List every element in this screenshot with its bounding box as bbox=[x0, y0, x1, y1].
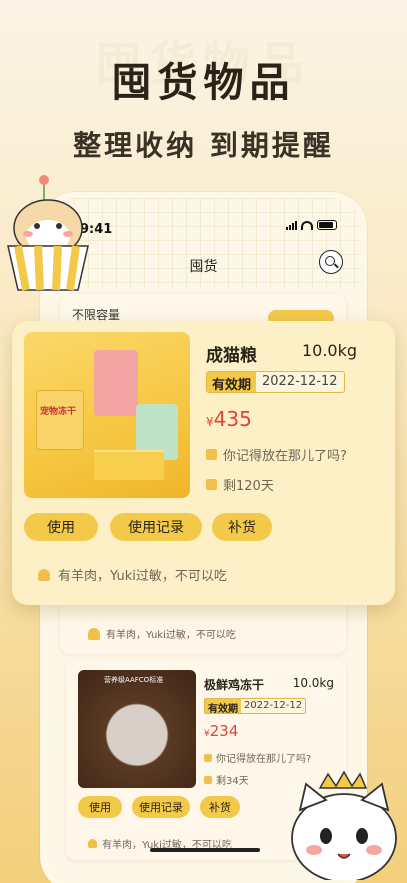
hamster-mascot-icon bbox=[7, 175, 89, 291]
bell-icon bbox=[88, 627, 100, 640]
wifi-icon bbox=[301, 220, 313, 230]
item-name: 成猫粮 bbox=[206, 346, 257, 366]
item-price: ¥435 bbox=[206, 407, 252, 431]
memo-text: 有羊肉，Yuki过敏，不可以吃 bbox=[58, 569, 227, 584]
use-button[interactable]: 使用 bbox=[24, 513, 98, 541]
product-image: 营养级AAFCO标准 bbox=[78, 670, 196, 788]
remaining-days: 剩34天 bbox=[216, 776, 249, 787]
memo-row: 有羊肉，Yuki过敏，不可以吃 bbox=[38, 565, 227, 584]
featured-item-card[interactable]: 宠物冻干 成猫粮 10.0kg 有效期 2022-12-12 ¥435 你记得放… bbox=[12, 321, 395, 605]
calendar-icon bbox=[204, 775, 212, 784]
restock-button[interactable]: 补货 bbox=[212, 513, 272, 541]
remaining-row: 剩34天 bbox=[204, 772, 249, 787]
restock-button[interactable]: 补货 bbox=[200, 796, 240, 818]
expiry-label: 有效期 bbox=[205, 699, 241, 713]
remaining-days: 剩120天 bbox=[223, 479, 274, 494]
item-name: 极鲜鸡冻干 bbox=[204, 678, 265, 692]
location-row: 你记得放在那儿了吗? bbox=[204, 750, 311, 765]
currency-symbol: ¥ bbox=[206, 415, 214, 429]
location-row: 你记得放在那儿了吗? bbox=[206, 445, 347, 464]
banner-headline: 囤货物品 bbox=[111, 60, 296, 106]
item-price: ¥234 bbox=[204, 722, 238, 740]
background-memo: 有羊肉，Yuki过敏，不可以吃 bbox=[88, 626, 236, 641]
background-memo-text: 有羊肉，Yuki过敏，不可以吃 bbox=[106, 630, 236, 641]
expiry-badge: 有效期 2022-12-12 bbox=[206, 371, 345, 393]
expiry-date: 2022-12-12 bbox=[241, 699, 306, 713]
status-bar: 9:41 bbox=[80, 218, 337, 237]
package-label: 宠物冻干 bbox=[40, 407, 77, 417]
location-prompt: 你记得放在那儿了吗? bbox=[223, 449, 347, 464]
expiry-date: 2022-12-12 bbox=[256, 372, 344, 392]
expiry-label: 有效期 bbox=[207, 372, 257, 392]
use-button[interactable]: 使用 bbox=[78, 796, 122, 818]
lock-icon bbox=[204, 753, 212, 762]
item-weight: 10.0kg bbox=[292, 676, 334, 690]
lock-icon bbox=[206, 449, 217, 460]
pedestal bbox=[94, 450, 164, 480]
location-prompt: 你记得放在那儿了吗? bbox=[216, 754, 312, 765]
package-pink bbox=[94, 350, 138, 416]
image-caption: 营养级AAFCO标准 bbox=[104, 676, 164, 684]
price-value: 435 bbox=[213, 407, 252, 431]
expiry-badge: 有效期 2022-12-12 bbox=[204, 698, 307, 714]
cellular-signal-icon bbox=[286, 220, 297, 230]
cat-mascot-icon bbox=[291, 770, 397, 880]
price-value: 234 bbox=[209, 722, 239, 740]
product-image: 宠物冻干 bbox=[24, 332, 190, 498]
remaining-row: 剩120天 bbox=[206, 475, 274, 494]
bell-icon bbox=[88, 839, 97, 848]
search-icon-handle bbox=[334, 263, 339, 269]
usage-record-button[interactable]: 使用记录 bbox=[110, 513, 202, 541]
battery-icon bbox=[317, 220, 337, 230]
banner-subheadline: 整理收纳 到期提醒 bbox=[73, 129, 334, 162]
package-yellow bbox=[36, 390, 84, 450]
item-weight: 10.0kg bbox=[301, 341, 357, 360]
status-icons bbox=[286, 220, 337, 230]
bell-icon bbox=[38, 568, 50, 581]
calendar-icon bbox=[206, 479, 217, 490]
usage-record-button[interactable]: 使用记录 bbox=[132, 796, 190, 818]
home-indicator[interactable] bbox=[150, 848, 260, 852]
search-button[interactable] bbox=[319, 250, 343, 274]
